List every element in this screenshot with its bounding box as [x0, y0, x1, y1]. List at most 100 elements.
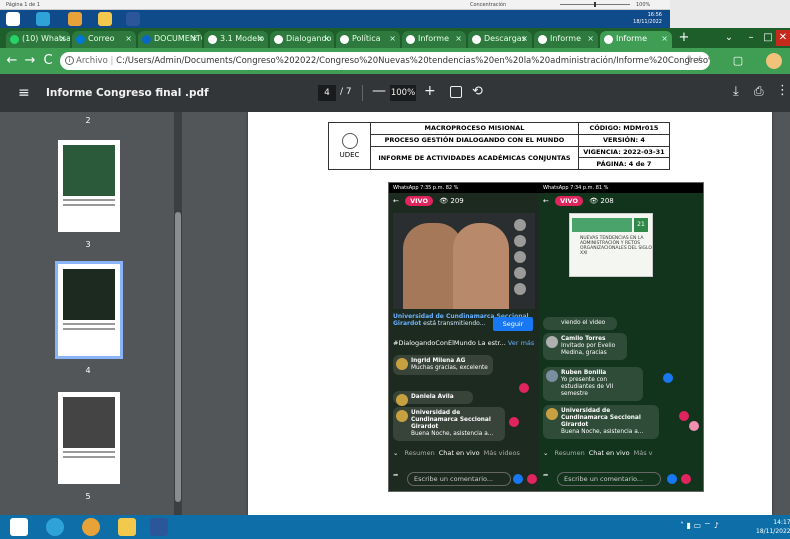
- close-icon[interactable]: ×: [587, 34, 594, 43]
- maximize-icon[interactable]: □: [762, 30, 774, 46]
- word-zoom-slider[interactable]: [560, 2, 630, 7]
- close-icon[interactable]: ×: [455, 34, 462, 43]
- close-icon[interactable]: ×: [191, 34, 198, 43]
- edge-icon[interactable]: [36, 12, 50, 26]
- tab-descargas[interactable]: Descargas ×: [468, 31, 532, 48]
- new-tab-button[interactable]: +: [676, 31, 692, 45]
- fit-page-icon[interactable]: [450, 86, 462, 98]
- edge-icon[interactable]: [46, 518, 64, 536]
- heart-icon: [527, 474, 537, 484]
- thumbnail-page-5[interactable]: [58, 392, 120, 484]
- address-bar[interactable]: i Archivo | C:/Users/Admin/Documents/Con…: [60, 52, 710, 70]
- eye-icon: 👁: [439, 197, 449, 205]
- back-icon[interactable]: ←: [4, 53, 20, 69]
- zoom-input[interactable]: 100%: [390, 85, 416, 101]
- comment-input[interactable]: Escribe un comentario...: [407, 472, 511, 486]
- rotate-icon[interactable]: ⟲: [472, 84, 483, 99]
- side-panel-icon[interactable]: ▢: [730, 53, 746, 69]
- windows-start-icon[interactable]: [10, 518, 28, 536]
- zoom-in-icon[interactable]: +: [424, 83, 436, 99]
- live-video: [393, 213, 535, 309]
- comment-input[interactable]: Escribe un comentario...: [557, 472, 661, 486]
- follow-button[interactable]: Seguir: [493, 317, 533, 331]
- live-header: ← VIVO 👁 209: [393, 196, 464, 208]
- comment: Universidad de Cundinamarca Seccional Gi…: [543, 405, 659, 439]
- word-icon[interactable]: [126, 12, 140, 26]
- tab-search-icon[interactable]: ⌄: [722, 30, 736, 46]
- tab-informe-1[interactable]: Informe ×: [402, 31, 466, 48]
- close-window-icon[interactable]: ✕: [776, 30, 790, 46]
- chrome-icon[interactable]: [68, 12, 82, 26]
- header-codigo: CÓDIGO: MDMr015: [577, 122, 671, 135]
- tab-whatsapp[interactable]: (10) Whatsapp×: [6, 31, 70, 48]
- reload-icon[interactable]: C: [40, 53, 56, 69]
- like-icon: [513, 474, 523, 484]
- close-icon[interactable]: ×: [661, 34, 668, 43]
- comment: Ingrid Milena AG Muchas gracias, excelent…: [393, 355, 493, 375]
- seal-icon: [341, 133, 358, 149]
- network-icon[interactable]: ▮: [687, 521, 691, 530]
- sidebar-scrollbar[interactable]: [174, 112, 182, 515]
- tab-politica[interactable]: Política ×: [336, 31, 400, 48]
- pdf-page: UDEC MACROPROCESO MISIONAL CÓDIGO: MDMr0…: [248, 112, 772, 515]
- volume-icon[interactable]: ♪: [714, 521, 719, 530]
- close-icon[interactable]: ×: [257, 34, 264, 43]
- screenshot-image: WhatsApp 7:35 p.m. 82 % ← VIVO 👁 209 Uni…: [388, 182, 704, 492]
- word-page-count: Página 1 de 1: [6, 2, 41, 8]
- folder-icon[interactable]: [98, 12, 112, 26]
- header-vigencia: VIGENCIA: 2022-03-31: [577, 145, 671, 159]
- avatar[interactable]: [766, 53, 782, 69]
- document-title: Informe Congreso final .pdf: [46, 87, 209, 99]
- word-zoom-pct: 100%: [636, 2, 651, 8]
- phone-screen-a: WhatsApp 7:35 p.m. 82 % ← VIVO 👁 209 Uni…: [389, 183, 539, 491]
- word-focus-mode[interactable]: Concentración: [470, 2, 506, 8]
- onedrive-icon: [142, 35, 151, 44]
- minimize-icon[interactable]: –: [744, 30, 758, 46]
- close-icon[interactable]: ×: [389, 34, 396, 43]
- forward-icon[interactable]: →: [22, 53, 38, 69]
- heart-icon: [519, 383, 529, 393]
- thumbnail-label: 4: [85, 366, 91, 375]
- word-icon[interactable]: [150, 518, 168, 536]
- more-options-icon[interactable]: ⋮: [776, 83, 789, 98]
- thumbnail-page-4[interactable]: [55, 261, 123, 359]
- tab-mas-videos: Más videos: [483, 449, 520, 457]
- thumbnail-label: 3: [85, 240, 91, 249]
- share-arrow-icon: ➦: [543, 471, 549, 479]
- tab-correo[interactable]: Correo ×: [72, 31, 136, 48]
- close-icon[interactable]: ×: [125, 34, 132, 43]
- print-icon[interactable]: ⎙: [754, 84, 764, 99]
- zoom-out-icon[interactable]: —: [372, 83, 386, 99]
- tab-documentos[interactable]: DOCUMENTOS×: [138, 31, 202, 48]
- like-icon: [663, 373, 673, 383]
- globe-icon: [274, 35, 283, 44]
- chevron-up-icon[interactable]: ˄: [680, 521, 684, 530]
- taskbar-clock[interactable]: 14:17 18/11/2022: [756, 518, 790, 536]
- tab-modelo[interactable]: 3.1 Modelo ×: [204, 31, 268, 48]
- tab-informe-2[interactable]: Informe ×: [534, 31, 598, 48]
- close-icon[interactable]: ×: [521, 34, 528, 43]
- wifi-icon[interactable]: ⌔: [704, 521, 712, 530]
- share-icon[interactable]: ⇪: [686, 55, 694, 65]
- tab-strip: (10) Whatsapp× Correo× DOCUMENTOS× 3.1 M…: [0, 28, 790, 48]
- back-arrow-icon: ←: [393, 197, 399, 205]
- live-badge: VIVO: [555, 196, 584, 206]
- bookmark-star-icon[interactable]: ☆: [696, 55, 704, 65]
- windows-start-icon[interactable]: [6, 12, 20, 26]
- chrome-icon[interactable]: [82, 518, 100, 536]
- info-icon[interactable]: i: [65, 56, 74, 65]
- download-icon[interactable]: ⤓: [733, 84, 739, 99]
- tab-dialogando[interactable]: Dialogando ×: [270, 31, 334, 48]
- close-icon[interactable]: ×: [323, 34, 330, 43]
- battery-icon[interactable]: ▭: [694, 521, 702, 530]
- tab-informe-active[interactable]: Informe ×: [600, 31, 672, 48]
- menu-icon[interactable]: ≡: [18, 86, 32, 100]
- page-number-input[interactable]: 4: [318, 85, 336, 101]
- chevron-down-icon: ⌄: [393, 449, 399, 457]
- close-icon[interactable]: ×: [59, 34, 66, 43]
- header-informe: INFORME DE ACTIVIDADES ACADÉMICAS CONJUN…: [370, 145, 579, 170]
- status-bar: WhatsApp 7:34 p.m. 81 %: [539, 183, 703, 193]
- thumbnail-label: 2: [85, 116, 91, 125]
- thumbnail-page-3[interactable]: [58, 140, 120, 232]
- folder-icon[interactable]: [118, 518, 136, 536]
